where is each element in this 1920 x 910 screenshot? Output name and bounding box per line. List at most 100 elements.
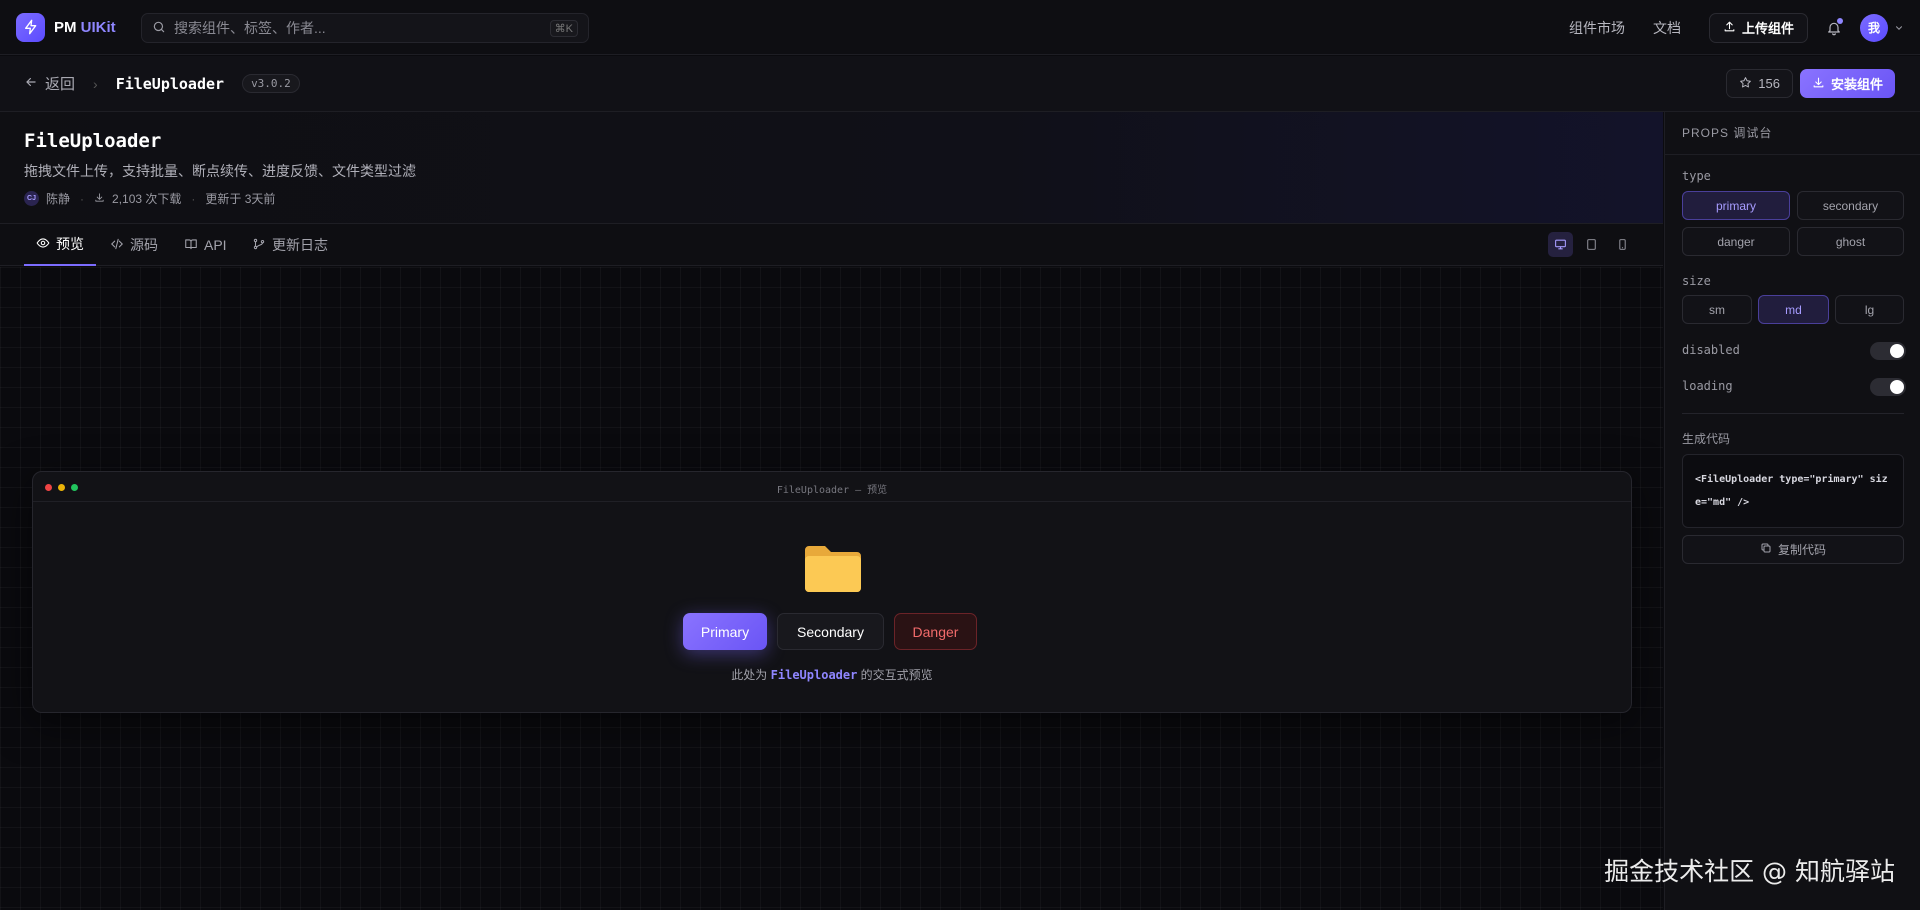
- preview-canvas: FileUploader — 预览 Primary Secondary Dang…: [0, 267, 1663, 910]
- size-option-md[interactable]: md: [1758, 295, 1829, 324]
- code-icon: [110, 237, 124, 254]
- demo-danger-button[interactable]: Danger: [894, 613, 977, 650]
- breadcrumb-component-name: FileUploader: [115, 74, 225, 93]
- nav-link-docs[interactable]: 文档: [1653, 18, 1681, 38]
- props-panel-title: PROPS 调试台: [1682, 126, 1773, 140]
- top-navbar: PM UIKit 搜索组件、标签、作者... ⌘K 组件市场 文档 上传组件 我: [0, 0, 1920, 55]
- tab-changelog[interactable]: 更新日志: [240, 224, 340, 266]
- star-icon: [1739, 76, 1752, 92]
- author-name[interactable]: 陈静: [46, 190, 70, 207]
- lightning-icon: [16, 12, 45, 42]
- preview-caption: 此处为 FileUploader 的交互式预览: [33, 666, 1631, 683]
- nav-link-market[interactable]: 组件市场: [1569, 18, 1625, 38]
- size-option-lg[interactable]: lg: [1835, 295, 1904, 324]
- install-button-label: 安装组件: [1830, 77, 1883, 92]
- loading-toggle[interactable]: [1870, 378, 1906, 396]
- tab-api[interactable]: API: [172, 224, 239, 266]
- tab-label: 源码: [130, 237, 158, 253]
- search-placeholder: 搜索组件、标签、作者...: [174, 20, 326, 36]
- type-option-primary[interactable]: primary: [1682, 191, 1790, 220]
- search-shortcut: ⌘K: [549, 19, 578, 37]
- type-option-danger[interactable]: danger: [1682, 227, 1790, 256]
- tab-preview[interactable]: 预览: [24, 224, 96, 266]
- notification-bell-icon[interactable]: [1826, 17, 1843, 36]
- upload-button[interactable]: 上传组件: [1708, 12, 1808, 43]
- loading-label: loading: [1682, 379, 1733, 393]
- brand-name-accent: UIKit: [80, 18, 116, 36]
- size-option-sm[interactable]: sm: [1682, 295, 1752, 324]
- user-avatar[interactable]: 我: [1860, 13, 1888, 42]
- device-switch: [1548, 232, 1635, 257]
- caption-highlight: FileUploader: [770, 668, 858, 682]
- mobile-icon[interactable]: [1610, 232, 1635, 257]
- chevron-right-icon: ›: [93, 75, 98, 92]
- panel-divider: [1665, 154, 1920, 155]
- version-badge: v3.0.2: [242, 74, 300, 93]
- preview-window-titlebar: FileUploader — 预览: [33, 472, 1631, 502]
- updated-time: 更新于 3天前: [205, 192, 276, 206]
- tab-bar: 预览 源码 API 更新日志: [0, 224, 1663, 266]
- main-area: FileUploader 拖拽文件上传，支持批量、断点续传、进度反馈、文件类型过…: [0, 112, 1663, 910]
- search-input[interactable]: 搜索组件、标签、作者... ⌘K: [141, 13, 589, 43]
- back-label: 返回: [45, 76, 76, 93]
- book-icon: [184, 237, 198, 254]
- tab-source[interactable]: 源码: [98, 224, 170, 266]
- brand-name: PM UIKit: [54, 19, 116, 36]
- git-branch-icon: [252, 237, 266, 254]
- demo-buttons: Primary Secondary Danger: [683, 613, 977, 650]
- nav-right: 组件市场 文档 上传组件 我: [1569, 0, 1904, 55]
- desktop-icon[interactable]: [1548, 232, 1573, 257]
- upload-button-label: 上传组件: [1741, 21, 1794, 36]
- back-button[interactable]: 返回: [24, 73, 75, 94]
- demo-secondary-button[interactable]: Secondary: [777, 613, 884, 650]
- demo-primary-button[interactable]: Primary: [683, 613, 767, 650]
- type-option-ghost[interactable]: ghost: [1797, 227, 1904, 256]
- notification-dot: [1837, 17, 1843, 24]
- tab-label: API: [204, 237, 227, 253]
- tab-label: 更新日志: [272, 237, 328, 253]
- subbar-actions: 156 安装组件: [1726, 69, 1895, 98]
- eye-icon: [36, 236, 50, 253]
- copy-code-label: 复制代码: [1777, 543, 1826, 557]
- type-label: type: [1682, 169, 1711, 183]
- chevron-down-icon[interactable]: [1894, 23, 1904, 33]
- toggle-knob: [1890, 344, 1904, 358]
- logo[interactable]: PM UIKit: [16, 12, 116, 42]
- download-count: 2,103 次下载: [112, 192, 182, 206]
- install-button[interactable]: 安装组件: [1799, 69, 1895, 98]
- page-title: FileUploader: [24, 130, 162, 152]
- preview-window: FileUploader — 预览 Primary Secondary Dang…: [32, 471, 1632, 713]
- disabled-toggle[interactable]: [1870, 342, 1906, 360]
- star-button[interactable]: 156: [1726, 69, 1793, 98]
- meta-separator: ·: [80, 191, 85, 206]
- upload-icon: [1723, 20, 1736, 36]
- copy-icon: [1760, 542, 1772, 557]
- star-count: 156: [1758, 76, 1780, 91]
- component-description: 拖拽文件上传，支持批量、断点续传、进度反馈、文件类型过滤: [24, 163, 416, 179]
- meta-separator: ·: [191, 191, 196, 206]
- tablet-icon[interactable]: [1579, 232, 1604, 257]
- toggle-knob: [1890, 380, 1904, 394]
- tab-label: 预览: [56, 236, 84, 252]
- brand-name-main: PM: [54, 18, 77, 36]
- component-meta: CJ 陈静 · 2,103 次下载 · 更新于 3天前: [24, 190, 275, 207]
- panel-divider: [1682, 413, 1904, 414]
- preview-window-title: FileUploader — 预览: [776, 485, 888, 496]
- generated-code-label: 生成代码: [1682, 432, 1731, 446]
- component-header-bar: 返回 › FileUploader v3.0.2 156 安装组件: [0, 56, 1920, 112]
- copy-code-button[interactable]: 复制代码: [1682, 535, 1904, 564]
- arrow-left-icon: [24, 75, 38, 93]
- component-info: FileUploader 拖拽文件上传，支持批量、断点续传、进度反馈、文件类型过…: [0, 112, 1663, 224]
- download-icon: [1812, 76, 1825, 92]
- author-avatar: CJ: [24, 191, 39, 206]
- watermark: 掘金技术社区 @ 知航驿站: [1604, 857, 1895, 886]
- caption-text-before: 此处为: [731, 668, 771, 682]
- type-option-secondary[interactable]: secondary: [1797, 191, 1904, 220]
- size-label: size: [1682, 274, 1711, 288]
- download-icon: [94, 192, 105, 206]
- search-icon: [152, 20, 166, 37]
- folder-icon: [803, 542, 863, 597]
- generated-code-block[interactable]: <FileUploader type="primary" size="md" /…: [1682, 454, 1904, 528]
- caption-text-after: 的交互式预览: [857, 668, 933, 682]
- disabled-label: disabled: [1682, 343, 1740, 357]
